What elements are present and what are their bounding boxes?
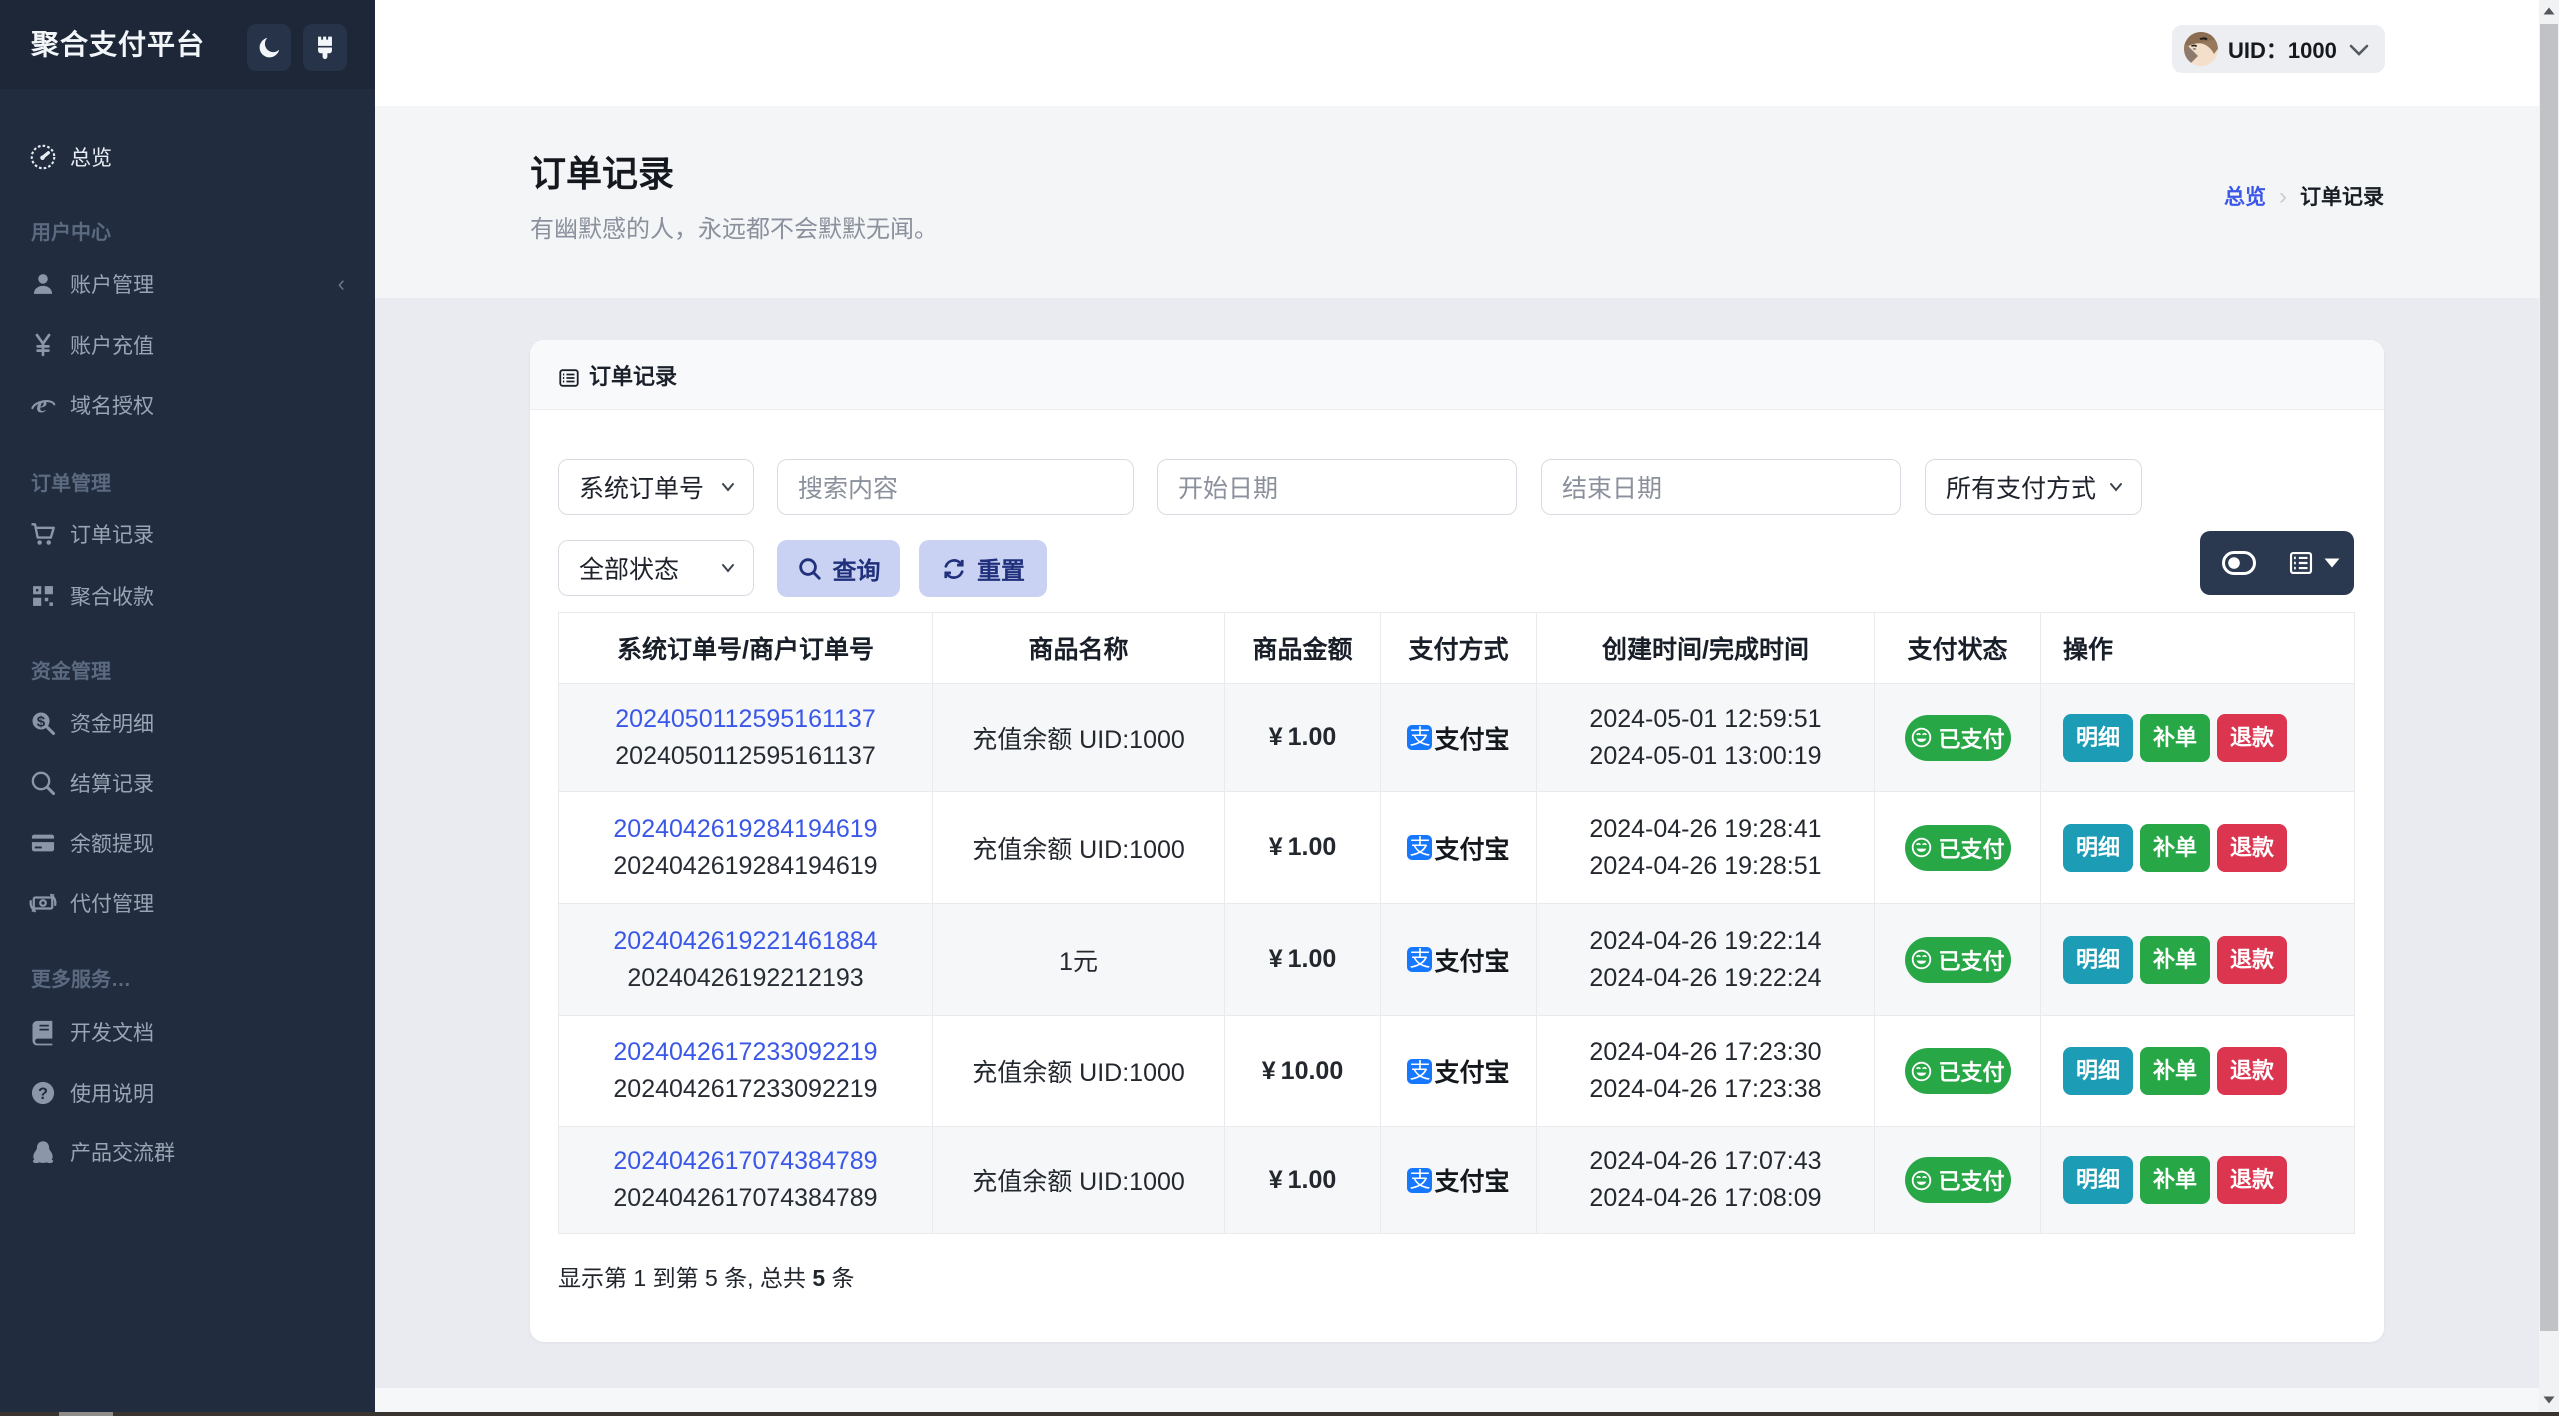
svg-text:?: ? [38, 1084, 48, 1102]
svg-text:e: e [36, 392, 47, 418]
svg-text:$: $ [37, 713, 46, 730]
